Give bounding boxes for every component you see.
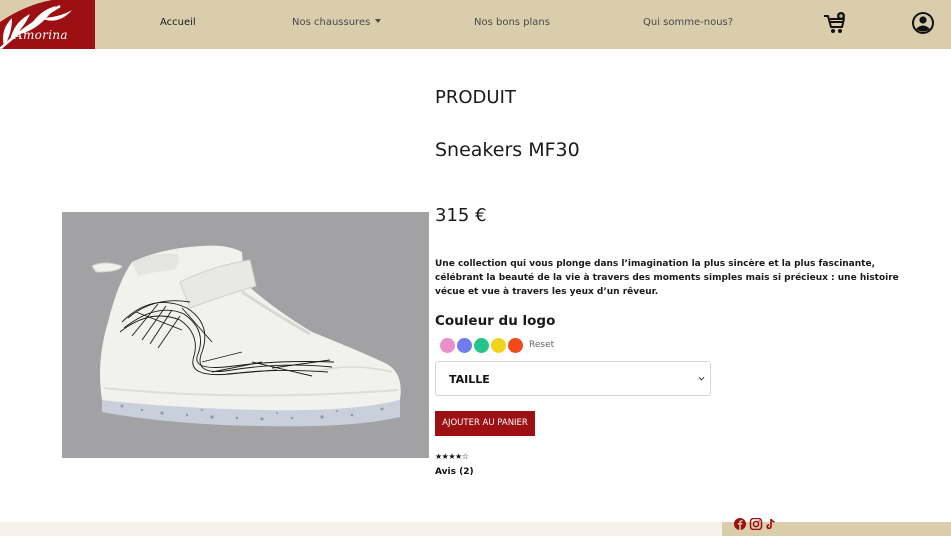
product-description: Une collection qui vous plonge dans l’im… (435, 259, 899, 297)
tiktok-icon[interactable] (765, 518, 777, 530)
sneaker-illustration (91, 245, 401, 427)
social-links (733, 518, 779, 530)
facebook-icon[interactable] (733, 518, 747, 530)
color-swatch-pink[interactable] (440, 337, 455, 353)
brand-logo[interactable]: Amorina (0, 0, 95, 49)
instagram-icon[interactable] (749, 518, 763, 530)
cart-icon[interactable] (822, 11, 848, 35)
product-price: 315 € (435, 205, 487, 226)
user-circle-icon[interactable] (911, 11, 935, 35)
nav-link-accueil[interactable]: Accueil (160, 17, 196, 28)
reset-color-link[interactable]: Reset (529, 340, 554, 350)
nav-dropdown-chaussures[interactable]: Nos chaussures (292, 17, 382, 28)
footer (0, 522, 722, 536)
reviews-link[interactable]: Avis (2) (435, 467, 474, 477)
color-swatch-yellow[interactable] (491, 337, 506, 353)
color-swatches: Reset (440, 337, 554, 353)
color-swatch-red[interactable] (508, 337, 523, 353)
logo-color-title: Couleur du logo (435, 313, 556, 329)
color-swatch-green[interactable] (474, 337, 489, 353)
add-to-cart-button[interactable]: AJOUTER AU PANIER (435, 411, 535, 436)
nav-link-bons-plans[interactable]: Nos bons plans (474, 17, 550, 28)
product-image (62, 212, 429, 458)
size-select[interactable]: TAILLE (435, 361, 711, 396)
product-name: Sneakers MF30 (435, 139, 580, 161)
chevron-down-icon (698, 376, 705, 381)
nav-dropdown-label: Nos chaussures (292, 17, 371, 28)
nav-link-qui-sommes-nous[interactable]: Qui somme-nous? (643, 17, 733, 28)
section-title: PRODUIT (435, 87, 516, 108)
size-select-value: TAILLE (449, 373, 490, 386)
navbar: Amorina Accueil Nos chaussures Nos bons … (0, 0, 951, 49)
rating-stars: ★★★★☆ (435, 452, 469, 461)
color-swatch-blue[interactable] (457, 337, 472, 353)
caret-down-icon (375, 19, 382, 23)
logo-wordmark: Amorina (14, 28, 68, 42)
